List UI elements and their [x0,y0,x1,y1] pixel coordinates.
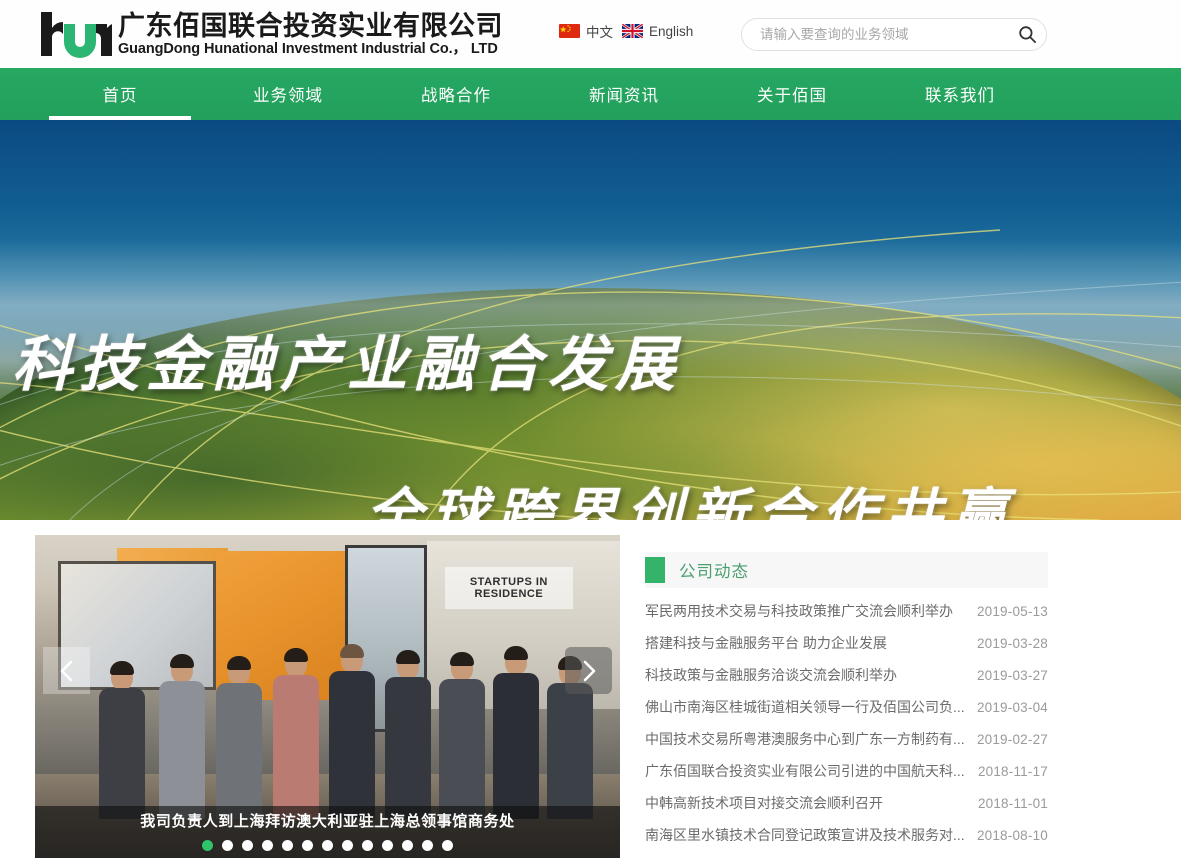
carousel-dot[interactable] [262,840,273,851]
logo-company-name-en: GuangDong Hunational Investment Industri… [118,40,498,57]
nav-label: 新闻资讯 [589,87,659,105]
news-item-date: 2018-11-01 [977,795,1048,811]
nav-label: 关于佰国 [757,87,827,105]
carousel-photo-sign-text: STARTUPS IN RESIDENCE [444,567,574,610]
news-item-title: 中国技术交易所粤港澳服务中心到广东一方制药有... [645,731,965,747]
nav-item-about[interactable]: 关于佰国 [708,68,876,120]
carousel-dot[interactable] [422,840,433,851]
photo-carousel[interactable]: STARTUPS IN RESIDENCE 我司负责人到上海拜访澳大利亚驻上海总… [35,535,620,858]
news-item-date: 2019-02-27 [976,731,1048,747]
china-flag-icon [559,24,580,38]
search-icon [1018,26,1036,44]
nav-label: 联系我们 [925,87,995,105]
content-lower-section: STARTUPS IN RESIDENCE 我司负责人到上海拜访澳大利亚驻上海总… [0,520,1181,858]
news-section-title: 公司动态 [679,563,749,581]
carousel-caption-text: 我司负责人到上海拜访澳大利亚驻上海总领事馆商务处 [140,813,515,830]
search-box [741,18,1047,51]
language-option-english[interactable]: English [622,24,693,39]
search-input[interactable] [742,27,1008,42]
chevron-left-icon [60,660,72,681]
news-item-date: 2019-03-04 [976,699,1048,715]
news-item-title: 佛山市南海区桂城街道相关领导一行及佰国公司负... [645,699,965,715]
news-list: 军民两用技术交易与科技政策推广交流会顺利举办 2019-05-13 搭建科技与金融服… [645,595,1048,858]
news-list-item[interactable]: 中国轻工业联合会信息中心智造中心等一行领导到...2018-07-31 [645,851,1048,858]
carousel-photo-people [35,606,620,820]
carousel-dot[interactable] [362,840,373,851]
carousel-caption-bar: 我司负责人到上海拜访澳大利亚驻上海总领事馆商务处 [35,806,620,858]
carousel-dot[interactable] [402,840,413,851]
carousel-dot[interactable] [342,840,353,851]
company-news-panel: 公司动态 军民两用技术交易与科技政策推广交流会顺利举办 2019-05-13 搭建科… [645,520,1048,858]
news-item-title: 搭建科技与金融服务平台 助力企业发展 [645,635,887,651]
carousel-dot[interactable] [282,840,293,851]
nav-item-business-areas[interactable]: 业务领域 [204,68,372,120]
carousel-dot[interactable] [302,840,313,851]
language-switcher: 中文 English [559,21,693,41]
nav-label: 战略合作 [421,87,491,105]
carousel-dot[interactable] [222,840,233,851]
news-list-item[interactable]: 南海区里水镇技术合同登记政策宣讲及技术服务对... 2018-08-10 [645,819,1048,851]
news-list-item[interactable]: 中韩高新技术项目对接交流会顺利召开 2018-11-01 [645,787,1048,819]
nav-item-contact[interactable]: 联系我们 [876,68,1044,120]
nav-item-strategic-cooperation[interactable]: 战略合作 [372,68,540,120]
uk-flag-icon [622,24,643,38]
news-item-title: 军民两用技术交易与科技政策推广交流会顺利举办 [645,603,953,619]
main-navigation: 首页 业务领域 战略合作 新闻资讯 关于佰国 联系我们 [0,68,1181,120]
news-item-date: 2019-05-13 [976,603,1048,619]
news-item-date: 2018-11-17 [977,763,1048,779]
language-label-chinese: 中文 [586,25,613,40]
news-item-date: 2018-08-10 [976,827,1048,843]
carousel-dot[interactable] [322,840,333,851]
site-logo[interactable]: 广东佰国联合投资实业有限公司 GuangDong Hunational Inve… [38,10,503,58]
carousel-dot[interactable] [382,840,393,851]
news-list-item[interactable]: 佛山市南海区桂城街道相关领导一行及佰国公司负... 2019-03-04 [645,691,1048,723]
carousel-next-button[interactable] [565,647,612,694]
carousel-dot[interactable] [202,840,213,851]
hun-logo-icon [38,10,112,58]
news-item-date: 2019-03-27 [976,667,1048,683]
carousel-prev-button[interactable] [43,647,90,694]
carousel-dot[interactable] [442,840,453,851]
language-label-english: English [649,23,694,39]
news-item-title: 中韩高新技术项目对接交流会顺利召开 [645,795,883,811]
nav-label: 首页 [102,87,138,105]
news-list-item[interactable]: 军民两用技术交易与科技政策推广交流会顺利举办 2019-05-13 [645,595,1048,627]
search-button[interactable] [1008,19,1046,50]
news-list-item[interactable]: 科技政策与金融服务洽谈交流会顺利举办 2019-03-27 [645,659,1048,691]
site-header: 广东佰国联合投资实业有限公司 GuangDong Hunational Inve… [0,0,1181,68]
section-marker-icon [645,557,665,583]
banner-headline-primary: 科技金融产业融合发展 [12,330,682,400]
nav-item-home[interactable]: 首页 [36,68,204,120]
nav-label: 业务领域 [253,87,323,105]
news-list-item[interactable]: 广东佰国联合投资实业有限公司引进的中国航天科... 2018-11-17 [645,755,1048,787]
news-item-date: 2019-03-28 [976,635,1048,651]
carousel-dot[interactable] [242,840,253,851]
news-item-title: 南海区里水镇技术合同登记政策宣讲及技术服务对... [645,827,965,843]
news-list-item[interactable]: 搭建科技与金融服务平台 助力企业发展 2019-03-28 [645,627,1048,659]
logo-company-name-cn: 广东佰国联合投资实业有限公司 [118,10,503,41]
carousel-dot-indicators [35,840,620,851]
news-item-title: 广东佰国联合投资实业有限公司引进的中国航天科... [645,763,965,779]
news-item-title: 科技政策与金融服务洽谈交流会顺利举办 [645,667,897,683]
news-section-header: 公司动态 [645,552,1048,588]
language-option-chinese[interactable]: 中文 [559,21,613,41]
nav-item-news[interactable]: 新闻资讯 [540,68,708,120]
chevron-right-icon [583,660,595,681]
banner-headline-secondary: 全球跨界创新合作共赢 [366,482,1016,520]
hero-banner[interactable]: 科技金融产业融合发展 全球跨界创新合作共赢 [0,120,1181,520]
news-list-item[interactable]: 中国技术交易所粤港澳服务中心到广东一方制药有... 2019-02-27 [645,723,1048,755]
